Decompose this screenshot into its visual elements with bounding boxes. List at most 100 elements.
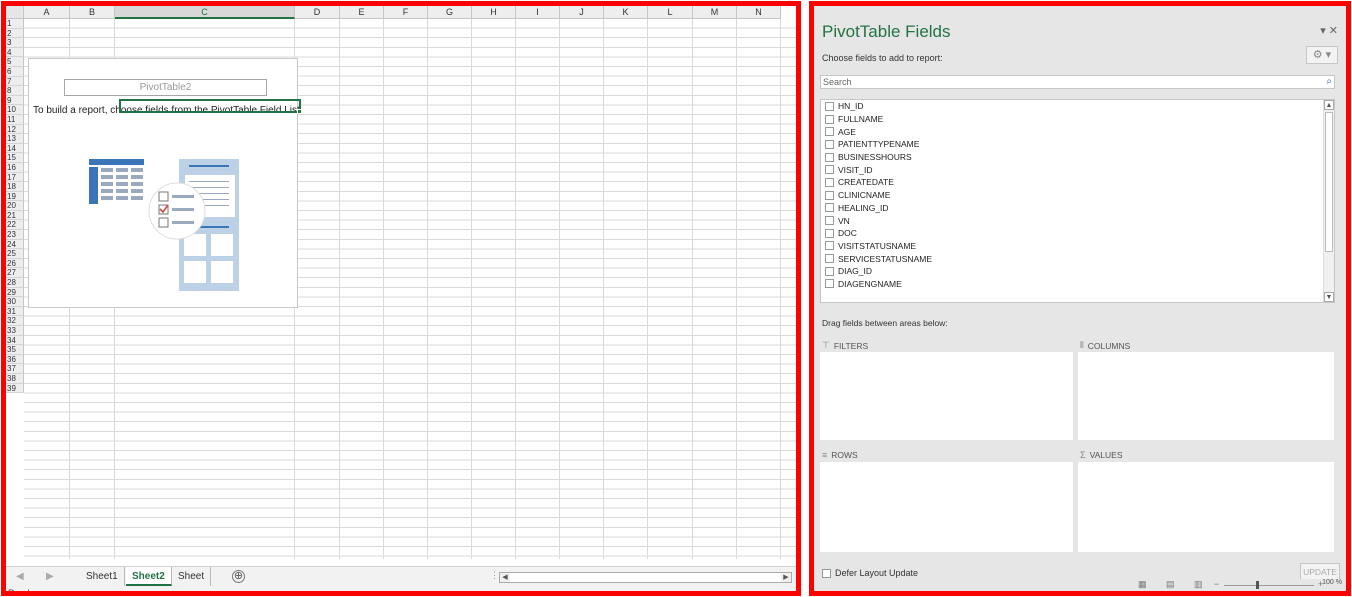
row-header[interactable]: 33	[6, 326, 24, 336]
field-item[interactable]: VISIT_ID	[821, 163, 1334, 176]
row-header[interactable]: 26	[6, 258, 24, 269]
active-cell-selection[interactable]	[119, 99, 302, 114]
horizontal-scrollbar[interactable]: ◀ ▶	[499, 572, 792, 583]
field-checkbox[interactable]	[825, 114, 834, 124]
row-header[interactable]: 15	[6, 153, 24, 163]
scroll-up-icon[interactable]: ▲	[1324, 100, 1334, 110]
scroll-down-icon[interactable]: ▼	[1324, 292, 1334, 302]
defer-checkbox-box[interactable]	[822, 568, 831, 578]
row-header[interactable]: 2	[6, 28, 24, 39]
row-header[interactable]: 5	[6, 57, 24, 67]
row-header[interactable]: 30	[6, 297, 24, 307]
page-layout-icon[interactable]: ▤	[1166, 579, 1175, 590]
column-header[interactable]: I	[516, 6, 560, 19]
row-header[interactable]: 27	[6, 268, 24, 279]
row-header[interactable]: 18	[6, 182, 24, 192]
field-item[interactable]: VISITSTATUSNAME	[821, 240, 1334, 253]
column-header[interactable]: J	[560, 6, 604, 19]
row-header[interactable]: 17	[6, 172, 24, 183]
row-header[interactable]: 13	[6, 134, 24, 144]
field-item[interactable]: DIAGENGNAME	[821, 278, 1334, 291]
column-header[interactable]: L	[648, 6, 693, 19]
row-header[interactable]: 34	[6, 335, 24, 346]
field-item[interactable]: DIAG_ID	[821, 265, 1334, 278]
field-item[interactable]: SERVICESTATUSNAME	[821, 252, 1334, 265]
field-checkbox[interactable]	[825, 101, 834, 111]
page-break-icon[interactable]: ▥	[1194, 579, 1203, 590]
field-item[interactable]: AGE	[821, 125, 1334, 138]
scroll-left-icon[interactable]: ◀	[500, 573, 510, 582]
tab-scroll-right-icon[interactable]: ▶	[46, 571, 54, 582]
row-header[interactable]: 32	[6, 316, 24, 326]
row-header[interactable]: 35	[6, 345, 24, 355]
row-header[interactable]: 23	[6, 230, 24, 240]
field-checkbox[interactable]	[825, 127, 834, 137]
tab-split-handle[interactable]: ⋮	[490, 570, 499, 581]
field-checkbox[interactable]	[825, 241, 834, 251]
sheet-tab[interactable]: Sheet	[172, 567, 212, 586]
row-header[interactable]: 6	[6, 66, 24, 77]
field-checkbox[interactable]	[825, 254, 834, 264]
sheet-tab[interactable]: Sheet2	[126, 567, 172, 586]
select-all-corner[interactable]	[6, 6, 24, 19]
column-header[interactable]: N	[737, 6, 781, 19]
row-header[interactable]: 38	[6, 373, 24, 384]
row-header[interactable]: 29	[6, 287, 24, 298]
field-list-scrollbar[interactable]: ▲ ▼	[1323, 100, 1334, 302]
column-header[interactable]: E	[340, 6, 384, 19]
column-header[interactable]: K	[604, 6, 648, 19]
pane-close-controls[interactable]: ▾ ✕	[1320, 24, 1338, 37]
field-item[interactable]: HN_ID	[821, 100, 1334, 113]
column-header[interactable]: F	[384, 6, 428, 19]
columns-drop-area[interactable]	[1078, 352, 1334, 440]
row-header[interactable]: 36	[6, 354, 24, 365]
row-header[interactable]: 14	[6, 143, 24, 154]
zoom-out-icon[interactable]: −	[1214, 579, 1219, 589]
scroll-thumb[interactable]	[1325, 112, 1333, 252]
column-header[interactable]: B	[70, 6, 115, 19]
row-header[interactable]: 22	[6, 220, 24, 231]
field-checkbox[interactable]	[825, 139, 834, 149]
row-header[interactable]: 25	[6, 249, 24, 259]
values-drop-area[interactable]	[1078, 462, 1334, 552]
row-header[interactable]: 11	[6, 114, 24, 125]
column-header[interactable]: A	[24, 6, 70, 19]
zoom-slider-knob[interactable]	[1256, 581, 1259, 589]
field-item[interactable]: CLINICNAME	[821, 189, 1334, 202]
tools-gear-button[interactable]: ⚙ ▾	[1306, 46, 1338, 64]
field-checkbox[interactable]	[825, 165, 834, 175]
normal-view-icon[interactable]: ▦	[1138, 579, 1147, 590]
tab-scroll-left-icon[interactable]: ◀	[16, 571, 24, 582]
row-header[interactable]: 8	[6, 86, 24, 96]
fill-handle[interactable]	[297, 109, 302, 114]
zoom-slider[interactable]	[1224, 585, 1314, 586]
field-checkbox[interactable]	[825, 152, 834, 162]
rows-drop-area[interactable]	[820, 462, 1073, 552]
field-checkbox[interactable]	[825, 203, 834, 213]
row-header[interactable]: 20	[6, 201, 24, 211]
field-checkbox[interactable]	[825, 228, 834, 238]
filters-drop-area[interactable]	[820, 352, 1073, 440]
column-header[interactable]: D	[295, 6, 340, 19]
row-header[interactable]: 10	[6, 105, 24, 115]
zoom-level[interactable]: 100 %	[1322, 579, 1342, 586]
field-item[interactable]: DOC	[821, 227, 1334, 240]
pivot-table-placeholder[interactable]: PivotTable2 To build a report, choose fi…	[28, 58, 302, 308]
field-item[interactable]: VN	[821, 214, 1334, 227]
field-item[interactable]: FULLNAME	[821, 113, 1334, 126]
field-item[interactable]: CREATEDATE	[821, 176, 1334, 189]
field-checkbox[interactable]	[825, 177, 834, 187]
field-item[interactable]: HEALING_ID	[821, 202, 1334, 215]
column-header[interactable]: M	[693, 6, 737, 19]
column-header[interactable]: G	[428, 6, 472, 19]
row-header[interactable]: 39	[6, 383, 24, 394]
row-header[interactable]: 31	[6, 306, 24, 317]
row-header[interactable]: 24	[6, 239, 24, 250]
column-header[interactable]: H	[472, 6, 516, 19]
add-sheet-button[interactable]: ⊕	[232, 570, 245, 583]
row-header[interactable]: 16	[6, 162, 24, 173]
column-header[interactable]: C	[115, 6, 295, 19]
field-checkbox[interactable]	[825, 190, 834, 200]
defer-layout-checkbox[interactable]: Defer Layout Update	[822, 568, 918, 578]
row-header[interactable]: 19	[6, 191, 24, 202]
